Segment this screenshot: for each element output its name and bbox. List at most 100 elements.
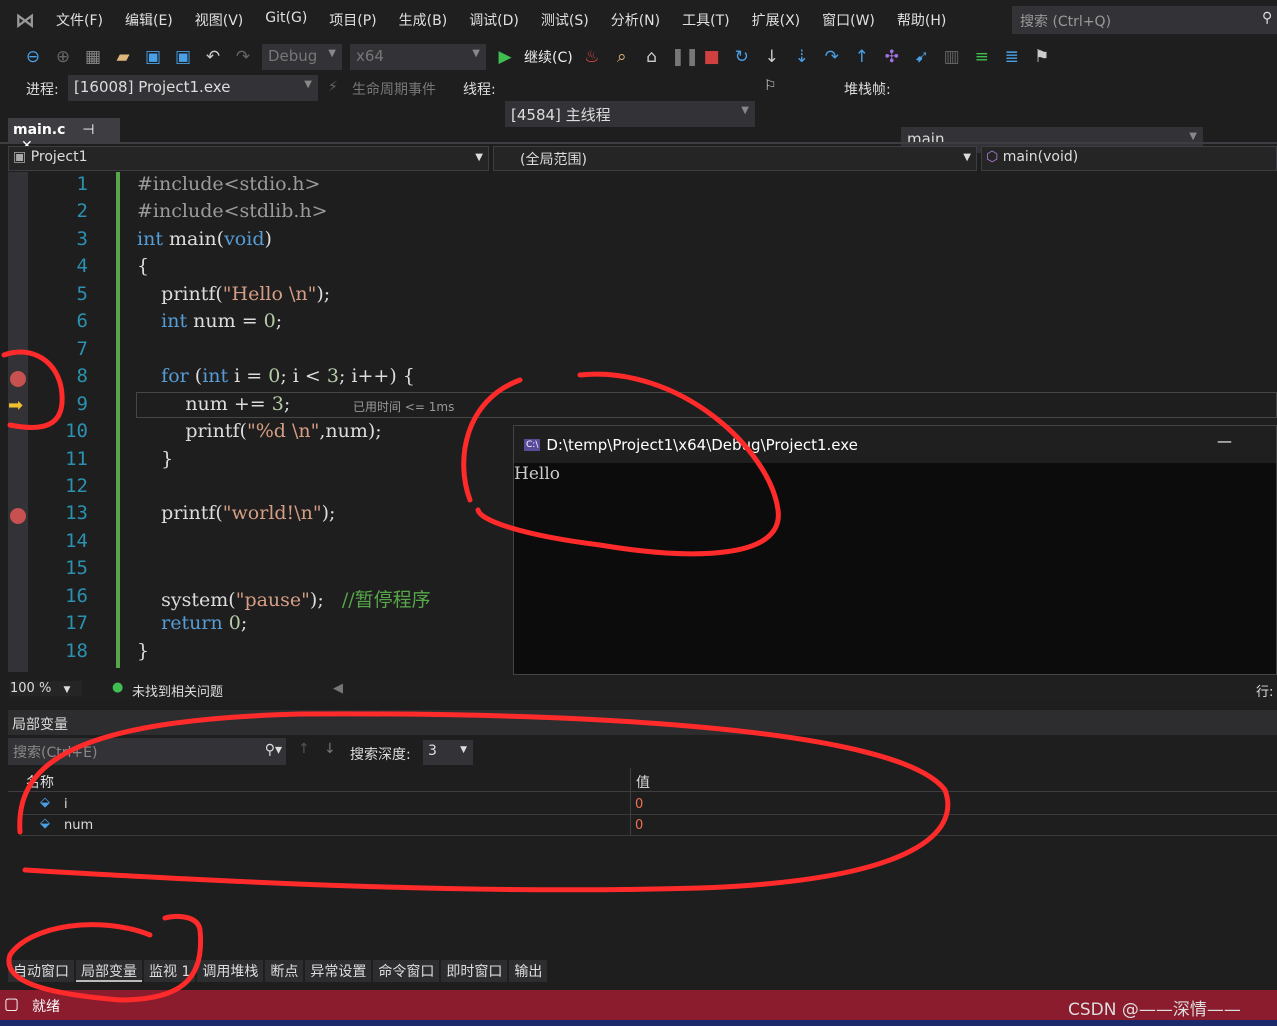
menu-item[interactable]: 分析(N) [611, 10, 660, 30]
show-next-statement-icon[interactable]: ↓ [761, 47, 783, 67]
scope-value: (全局范围) [520, 152, 587, 168]
find-folder-icon[interactable]: ⌕ [611, 47, 633, 67]
search-depth-dropdown[interactable]: 3 ▼ [423, 740, 473, 765]
lifecycle-events[interactable]: 生命周期事件 [352, 79, 436, 99]
search-input[interactable]: 搜索 (Ctrl+Q) [1012, 6, 1277, 34]
menu-item[interactable]: 窗口(W) [822, 10, 875, 30]
lifecycle-icon[interactable]: ⚡ [328, 79, 338, 95]
menu-item[interactable]: Git(G) [265, 10, 307, 30]
search-down-icon[interactable]: ↓ [324, 741, 336, 757]
scroll-left-icon[interactable]: ◀ [333, 681, 343, 696]
code-line[interactable]: printf("Hello \n"); [137, 283, 330, 305]
redo-icon[interactable]: ↷ [232, 47, 254, 67]
forward-icon[interactable]: ⊕ [52, 47, 74, 67]
column-name-header[interactable]: 名称 [26, 772, 54, 796]
menu-item[interactable]: 文件(F) [56, 10, 103, 30]
new-item-icon[interactable]: ▦ [82, 47, 104, 67]
minimize-button[interactable]: — [1217, 432, 1232, 450]
variable-value: 0 [635, 797, 644, 812]
code-line[interactable]: num += 3; [137, 393, 290, 415]
code-line[interactable]: #include<stdio.h> [137, 173, 320, 195]
notification-icon[interactable]: ▢ [4, 994, 19, 1013]
menu-item[interactable]: 项目(P) [329, 10, 376, 30]
indent-icon[interactable]: ≡ [971, 47, 993, 67]
open-folder-icon[interactable]: ▰ [112, 47, 134, 67]
restart-icon[interactable]: ↻ [731, 47, 753, 67]
scope-dropdown[interactable]: (全局范围) ▼ [493, 146, 977, 171]
code-token: for [161, 365, 189, 388]
pin-icon[interactable]: ⊣ [82, 122, 94, 138]
menu-item[interactable]: 扩展(X) [752, 10, 801, 30]
project-dropdown[interactable]: ▣ Project1 ▼ [8, 146, 489, 171]
menu-item[interactable]: 工具(T) [682, 10, 729, 30]
tab-main-c[interactable]: main.c ⊣ ✕ [8, 118, 120, 154]
code-line[interactable]: return 0; [137, 612, 247, 634]
code-token: 3 [271, 392, 284, 415]
code-line[interactable]: { [137, 255, 149, 277]
bottom-tab[interactable]: 即时窗口 [441, 960, 508, 982]
column-value-header[interactable]: 值 [636, 772, 650, 796]
issues-status[interactable]: 未找到相关问题 [132, 681, 223, 700]
menu-item[interactable]: 测试(S) [541, 10, 589, 30]
code-line[interactable]: printf("%d \n",num); [137, 420, 381, 442]
locals-search-input[interactable]: 搜索(Ctrl+E) ⚲▾ [8, 738, 286, 765]
breakpoint-gutter[interactable] [8, 172, 28, 672]
play-icon[interactable]: ▶ [494, 47, 516, 67]
menu-item[interactable]: 帮助(H) [897, 10, 946, 30]
cursor-icon[interactable]: ➹ [911, 47, 933, 67]
line-number: 9 [76, 392, 88, 415]
search-options-icon[interactable]: ⚲▾ [265, 742, 282, 758]
step-into-icon[interactable]: ⇣ [791, 47, 813, 67]
member-dropdown[interactable]: ⬡ main(void) [981, 146, 1277, 171]
diagnostic-icon[interactable]: ✣ [881, 47, 903, 67]
console-window[interactable]: C:\ D:\temp\Project1\x64\Debug\Project1.… [513, 425, 1277, 675]
menu-item[interactable]: 生成(B) [399, 10, 448, 30]
project-value: Project1 [30, 149, 88, 165]
console-output: Hello [514, 464, 560, 484]
bottom-tab[interactable]: 监视 1 [144, 960, 196, 982]
continue-button[interactable]: 继续(C) [524, 47, 573, 67]
code-line[interactable]: for (int i = 0; i < 3; i++) { [137, 365, 415, 387]
code-line[interactable]: system("pause"); //暂停程序 [137, 585, 431, 612]
menu-item[interactable]: 视图(V) [195, 10, 244, 30]
hot-reload-icon[interactable]: ♨ [581, 47, 603, 67]
code-line[interactable]: int main(void) [137, 228, 272, 250]
code-line[interactable]: } [137, 448, 173, 470]
bottom-tab[interactable]: 局部变量 [76, 960, 142, 982]
window-icon[interactable]: ⌂ [641, 47, 663, 67]
bottom-tab[interactable]: 异常设置 [305, 960, 372, 982]
bookmark-icon[interactable]: ⚑ [1031, 47, 1053, 67]
code-line[interactable]: int num = 0; [137, 310, 282, 332]
search-up-icon[interactable]: ↑ [298, 741, 310, 757]
bottom-tab[interactable]: 调用堆栈 [197, 960, 264, 982]
bottom-tab[interactable]: 输出 [509, 960, 548, 982]
table-row[interactable]: ⬙ i 0 [20, 794, 1277, 815]
bottom-tab[interactable]: 自动窗口 [8, 960, 74, 982]
columns-icon[interactable]: ▥ [941, 47, 963, 67]
save-icon[interactable]: ▣ [142, 47, 164, 67]
bottom-tab[interactable]: 命令窗口 [373, 960, 440, 982]
annotation-bottom-tabs [6, 914, 204, 1003]
code-line[interactable]: #include<stdlib.h> [137, 200, 328, 222]
console-title-bar[interactable]: C:\ D:\temp\Project1\x64\Debug\Project1.… [514, 426, 1276, 463]
step-over-icon[interactable]: ↷ [821, 47, 843, 67]
save-all-icon[interactable]: ▣ [172, 47, 194, 67]
undo-icon[interactable]: ↶ [202, 47, 224, 67]
line-number: 11 [65, 447, 88, 470]
config-dropdown[interactable]: Debug ▼ [262, 44, 342, 70]
flag-icon[interactable]: ⚐ [764, 78, 777, 94]
step-out-icon[interactable]: ↑ [851, 47, 873, 67]
platform-dropdown[interactable]: x64 ▼ [350, 44, 486, 70]
menu-item[interactable]: 编辑(E) [125, 10, 173, 30]
menu-item[interactable]: 调试(D) [469, 10, 519, 30]
stop-icon[interactable]: ■ [701, 47, 723, 67]
code-line[interactable]: printf("world!\n"); [137, 502, 335, 524]
table-row[interactable]: ⬙ num 0 [20, 815, 1277, 836]
zoom-dropdown[interactable]: 100 % ▼ [10, 681, 82, 696]
back-icon[interactable]: ⊖ [22, 47, 44, 67]
process-dropdown[interactable]: [16008] Project1.exe ▼ [68, 75, 318, 101]
outdent-icon[interactable]: ≣ [1001, 47, 1023, 67]
pause-icon[interactable]: ❚❚ [671, 47, 700, 67]
bottom-tab[interactable]: 断点 [265, 960, 304, 982]
code-line[interactable]: } [137, 640, 149, 662]
